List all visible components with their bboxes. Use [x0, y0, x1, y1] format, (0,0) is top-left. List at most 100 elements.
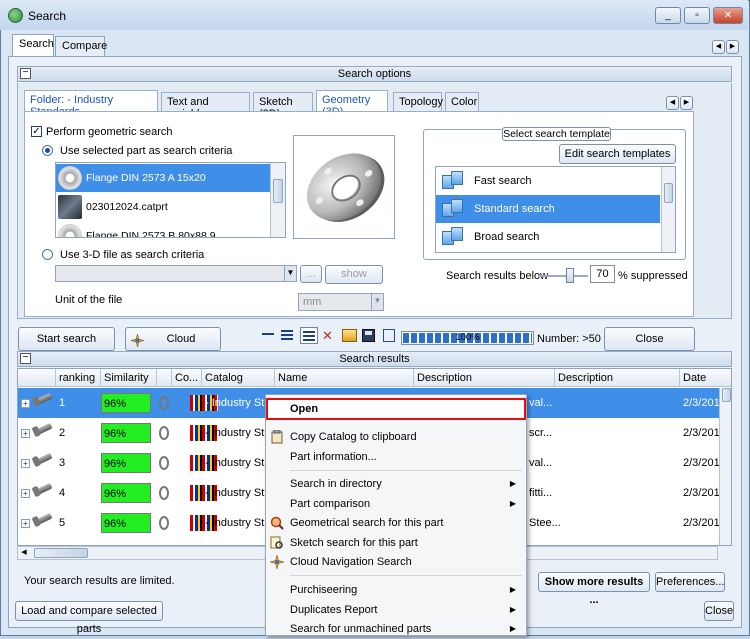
suppress-value-input[interactable]: 70: [590, 265, 615, 283]
column-header-icon[interactable]: [18, 369, 56, 387]
menu-item-sketch-search[interactable]: Sketch search for this part: [266, 533, 526, 553]
footer-close-button[interactable]: Close: [704, 601, 734, 621]
parts-list-scroll-thumb[interactable]: [273, 179, 283, 203]
tab-scroll-right-icon[interactable]: ▶: [726, 40, 739, 54]
results-hscroll-thumb[interactable]: [34, 548, 88, 558]
close-window-button[interactable]: ✕: [713, 7, 743, 24]
suppress-slider-track[interactable]: [538, 275, 588, 277]
context-menu: Open Copy Catalog to clipboard Part info…: [265, 394, 527, 636]
detail-view-icon[interactable]: [300, 327, 318, 344]
remove-results-icon[interactable]: ✕: [322, 329, 336, 343]
column-header-description-2[interactable]: Description: [555, 369, 680, 387]
list-view-icon[interactable]: [281, 330, 293, 340]
menu-item-copy-catalog[interactable]: Copy Catalog to clipboard: [266, 427, 526, 447]
column-header-name[interactable]: Name: [275, 369, 414, 387]
title-bar: [0, 0, 748, 30]
menu-item-part-comparison[interactable]: Part comparison ▶: [266, 494, 526, 514]
subtab-text-variables[interactable]: Text and variables: [161, 92, 250, 120]
subtab-folder[interactable]: Folder: - Industry Standards -: [24, 90, 158, 118]
menu-item-search-unmachined[interactable]: Search for unmachined parts ▶: [266, 619, 526, 639]
expand-row-icon[interactable]: +: [21, 459, 30, 468]
folder-icon[interactable]: [342, 329, 357, 342]
column-header-ranking[interactable]: ranking: [56, 369, 101, 387]
subtab-topology[interactable]: Topology: [393, 92, 443, 111]
perform-geometric-checkbox[interactable]: ✓: [31, 126, 42, 137]
parts-list-scrollbar[interactable]: [270, 163, 285, 237]
similarity-bar: 96%: [101, 483, 151, 503]
results-scroll-thumb[interactable]: [722, 388, 731, 402]
cloud-navigator-button[interactable]: Cloud Navigator: [125, 327, 221, 367]
similarity-bar: 96%: [101, 453, 151, 473]
show-file-button[interactable]: show: [325, 265, 383, 284]
search-options-header[interactable]: Search options: [17, 66, 732, 82]
subtab-color[interactable]: Color: [445, 92, 479, 111]
menu-item-cloud-navigation-search[interactable]: Cloud Navigation Search: [266, 552, 526, 572]
template-list-item[interactable]: Broad search: [436, 223, 660, 251]
collapse-search-options-icon[interactable]: −: [20, 68, 31, 79]
results-vertical-scrollbar[interactable]: [719, 388, 731, 545]
suppress-slider-thumb[interactable]: [566, 268, 574, 283]
maximize-button[interactable]: ▫: [684, 7, 710, 24]
collapse-search-results-icon[interactable]: −: [20, 353, 31, 364]
menu-item-open[interactable]: Open: [266, 399, 526, 419]
chevron-down-icon: ▼: [371, 294, 383, 310]
row-ranking: 1: [59, 397, 66, 409]
part-list-item[interactable]: Flange DIN 2573 A 15x20: [56, 164, 270, 192]
unit-dropdown[interactable]: mm ▼: [298, 293, 384, 311]
results-limited-note: Your search results are limited.: [24, 575, 175, 587]
save-icon[interactable]: [362, 329, 375, 342]
row-ranking: 4: [59, 487, 66, 499]
edit-search-templates-button[interactable]: Edit search templates: [559, 144, 676, 164]
templates-scroll-thumb[interactable]: [664, 183, 673, 203]
tab-search[interactable]: Search: [12, 34, 54, 56]
subtab-sketch-2d[interactable]: Sketch (2D): [253, 92, 313, 120]
column-header-blank[interactable]: [157, 369, 172, 387]
row-description: scr...: [529, 427, 553, 439]
row-ranking: 2: [59, 427, 66, 439]
perform-geometric-label: Perform geometric search: [46, 126, 173, 138]
start-search-button[interactable]: Start search: [18, 327, 115, 351]
flange-thumbnail-icon: [58, 166, 82, 190]
window-title: Search: [28, 9, 67, 23]
expand-row-icon[interactable]: +: [21, 519, 30, 528]
tab-scroll-left-icon[interactable]: ◀: [712, 40, 725, 54]
minimize-button[interactable]: _: [655, 7, 681, 24]
show-more-results-button[interactable]: Show more results ...: [538, 572, 650, 606]
close-search-button[interactable]: Close: [604, 327, 695, 351]
expand-row-icon[interactable]: +: [21, 489, 30, 498]
expand-row-icon[interactable]: +: [21, 429, 30, 438]
copy-icon[interactable]: [383, 329, 395, 342]
part-list-item[interactable]: Flange DIN 2573 B 80x88.9: [56, 222, 270, 237]
scroll-left-icon[interactable]: ◀: [18, 547, 30, 559]
templates-scrollbar[interactable]: [661, 167, 675, 252]
column-header-catalog[interactable]: Catalog: [202, 369, 275, 387]
subtab-scroll-right-icon[interactable]: ▶: [680, 96, 693, 110]
3d-file-dropdown[interactable]: ▼: [55, 265, 297, 282]
subtab-geometry-3d[interactable]: Geometry (3D): [316, 90, 388, 118]
subtab-scroll-left-icon[interactable]: ◀: [666, 96, 679, 110]
load-compare-button[interactable]: Load and compare selected parts: [15, 601, 163, 635]
menu-item-purchiseering[interactable]: Purchiseering ▶: [266, 580, 526, 600]
column-header-country[interactable]: Co...: [172, 369, 202, 387]
part-list-item[interactable]: 023012024.catprt: [56, 193, 270, 221]
search-results-header[interactable]: Search results: [17, 351, 732, 367]
collapse-all-icon[interactable]: [262, 333, 274, 335]
preferences-button[interactable]: Preferences...: [655, 572, 725, 592]
column-header-description[interactable]: Description: [414, 369, 555, 387]
column-header-similarity[interactable]: Similarity: [101, 369, 157, 387]
menu-item-geometrical-search[interactable]: Geometrical search for this part: [266, 513, 526, 533]
column-header-date[interactable]: Date: [680, 369, 731, 387]
use-3d-file-radio[interactable]: [42, 249, 53, 260]
menu-item-part-information[interactable]: Part information...: [266, 447, 526, 467]
use-selected-part-radio[interactable]: [42, 145, 53, 156]
part-bolt-icon: [35, 482, 53, 496]
tab-compare[interactable]: Compare: [55, 36, 107, 56]
menu-item-search-in-directory[interactable]: Search in directory ▶: [266, 474, 526, 494]
template-list-item[interactable]: Standard search: [436, 195, 660, 223]
template-list-item[interactable]: Fast search: [436, 167, 660, 195]
menu-item-duplicates-report[interactable]: Duplicates Report ▶: [266, 600, 526, 620]
search-templates-list[interactable]: Fast search Standard search Broad search: [435, 166, 676, 253]
selected-parts-list[interactable]: Flange DIN 2573 A 15x20 023012024.catprt…: [55, 162, 286, 238]
browse-file-button[interactable]: ...: [300, 265, 322, 283]
expand-row-icon[interactable]: +: [21, 399, 30, 408]
